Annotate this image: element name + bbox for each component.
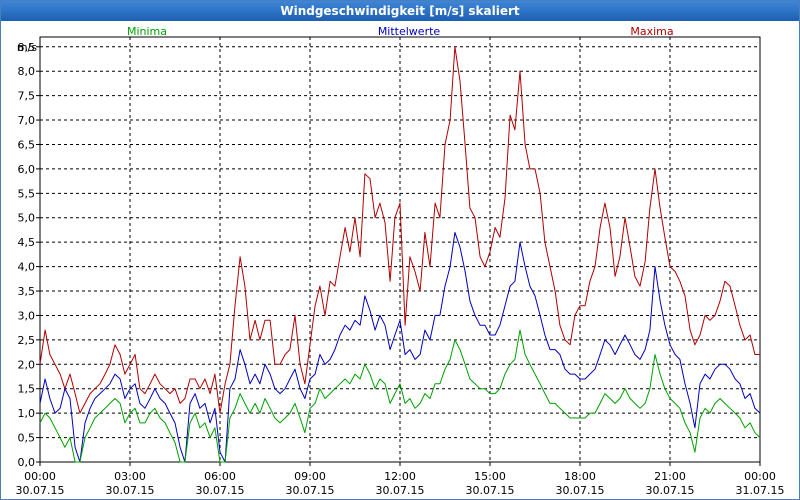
x-tick-time: 00:00 [24, 470, 56, 483]
x-tick-time: 18:00 [564, 470, 596, 483]
x-tick-time: 15:00 [474, 470, 506, 483]
y-tick-label: 8,0 [18, 65, 36, 78]
y-tick-label: 2,5 [18, 334, 36, 347]
y-tick-label: 7,0 [18, 114, 36, 127]
y-tick-label: 4,0 [18, 261, 36, 274]
y-tick-label: 1,5 [18, 383, 36, 396]
y-tick-label: 4,5 [18, 236, 36, 249]
x-tick-time: 06:00 [204, 470, 236, 483]
x-tick-date: 30.07.15 [106, 484, 155, 497]
x-tick-time: 00:00 [744, 470, 776, 483]
x-tick-date: 30.07.15 [376, 484, 425, 497]
grid-lines [40, 37, 760, 462]
y-tick-label: 6,0 [18, 163, 36, 176]
y-tick-label: 1,0 [18, 407, 36, 420]
x-tick-time: 12:00 [384, 470, 416, 483]
legend-maxima: Maxima [630, 25, 673, 38]
x-tick-time: 21:00 [654, 470, 686, 483]
x-tick-date: 30.07.15 [466, 484, 515, 497]
legend-minima: Minima [127, 25, 167, 38]
legend-mittelwerte: Mittelwerte [378, 25, 441, 38]
axes [36, 36, 761, 466]
y-tick-label: 2,0 [18, 358, 36, 371]
x-tick-time: 03:00 [114, 470, 146, 483]
legend: Maxima Mittelwerte Minima [127, 25, 674, 38]
x-tick-date: 30.07.15 [196, 484, 245, 497]
x-tick-date: 30.07.15 [286, 484, 335, 497]
y-tick-label: 0,5 [18, 432, 36, 445]
x-tick-time: 09:00 [294, 470, 326, 483]
x-tick-date: 31.07.15 [736, 484, 785, 497]
x-tick-date: 30.07.15 [556, 484, 605, 497]
y-tick-label: 0,0 [18, 456, 36, 469]
y-tick-label: 5,0 [18, 212, 36, 225]
y-axis-label: m/s [17, 41, 37, 54]
y-tick-label: 7,5 [18, 90, 36, 103]
y-tick-label: 3,0 [18, 309, 36, 322]
chart-area: 0,0 0,5 1,0 1,5 2,0 2,5 3,0 3,5 4,0 4,5 5,0 5,5 6,0 6… [16, 25, 785, 497]
x-tick-date: 30.07.15 [16, 484, 65, 497]
x-tick-date: 30.07.15 [646, 484, 695, 497]
y-tick-label: 5,5 [18, 187, 36, 200]
y-tick-label: 3,5 [18, 285, 36, 298]
y-tick-label: 6,5 [18, 138, 36, 151]
